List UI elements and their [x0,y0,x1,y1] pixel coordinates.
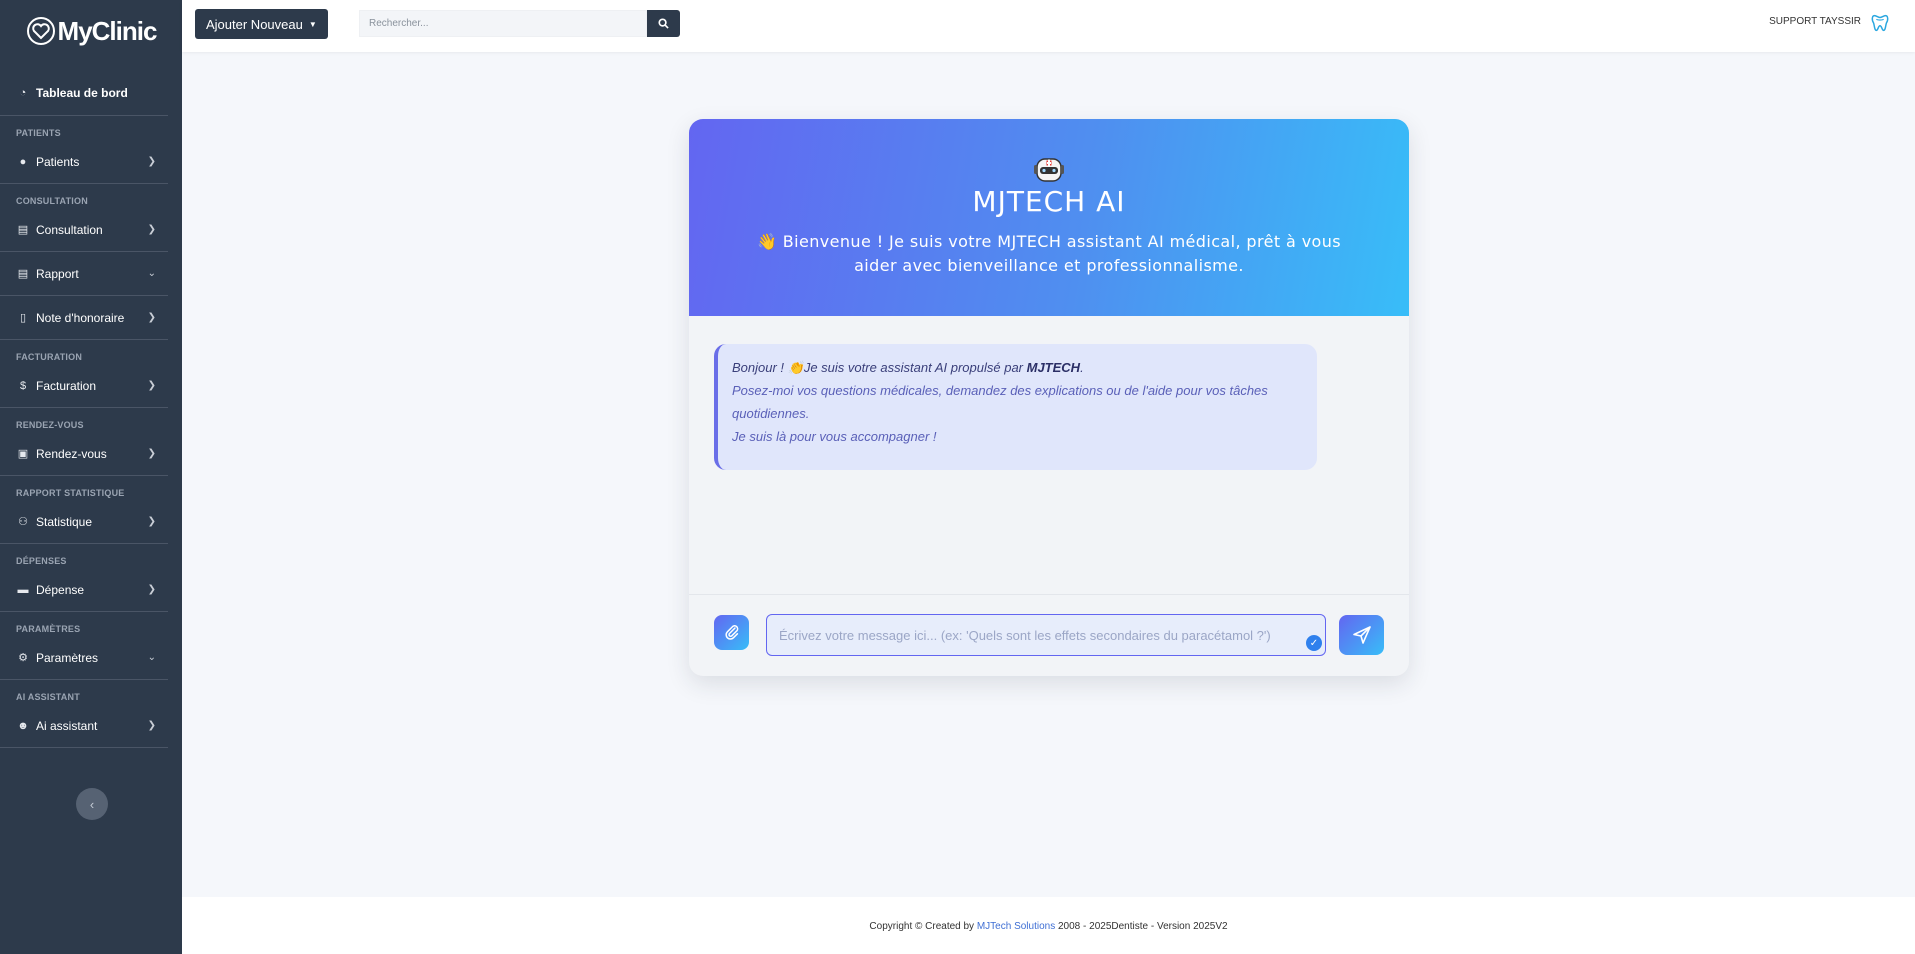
send-button[interactable] [1339,615,1384,655]
chevron-right-icon: ❯ [147,312,156,323]
caret-down-icon: ▼ [308,19,317,29]
section-rapport-stat: RAPPORT STATISTIQUE [16,488,125,498]
sidebar-item-label: Tableau de bord [36,85,128,100]
robot-icon: ☻ [17,719,29,732]
dashboard-icon: ◔ [19,86,27,99]
chevron-right-icon: ❯ [147,156,156,167]
user-menu[interactable]: SUPPORT TAYSSIR [1769,16,1861,27]
sidebar-item-label: Note d'honoraire [36,310,125,325]
calendar-icon: ▣ [17,448,29,460]
message-input[interactable] [766,614,1326,656]
chevron-down-icon: ⌄ [147,268,156,279]
messages-area: Bonjour ! 👏Je suis votre assistant AI pr… [689,316,1409,595]
gears-icon: ⚙ [18,652,28,664]
paperclip-icon [724,625,738,640]
sidebar-item-statistique[interactable]: ⚇ Statistique ❯ [0,500,168,544]
section-ai: AI ASSISTANT [16,692,80,702]
sidebar-item-rapport[interactable]: ▤ Rapport ⌄ [0,252,168,296]
sidebar-item-label: Facturation [36,378,97,393]
send-icon [1352,626,1371,644]
bot-message-bubble: Bonjour ! 👏Je suis votre assistant AI pr… [714,344,1317,470]
section-depenses: DÉPENSES [16,556,67,566]
section-facturation: FACTURATION [16,352,83,362]
sidebar-item-parametres[interactable]: ⚙ Paramètres ⌄ [0,636,168,680]
chevron-right-icon: ❯ [147,516,156,527]
sidebar-item-ai-assistant[interactable]: ☻ Ai assistant ❯ [0,704,168,748]
add-new-label: Ajouter Nouveau [206,16,303,32]
sidebar-item-rendezvous[interactable]: ▣ Rendez-vous ❯ [0,432,168,476]
chevron-right-icon: ❯ [147,584,156,595]
chat-header: MJTECH AI 👋 Bienvenue ! Je suis votre MJ… [689,119,1409,316]
chevron-left-icon: ‹ [89,796,95,812]
section-rendezvous: RENDEZ-VOUS [16,420,84,430]
user-icon: ● [19,155,27,168]
bot-message-intro: Bonjour ! 👏Je suis votre assistant AI pr… [732,360,1027,375]
file-icon: ▤ [17,224,29,236]
bot-message-brand: MJTECH [1026,360,1081,375]
chevron-right-icon: ❯ [147,720,156,731]
chevron-right-icon: ❯ [147,380,156,391]
sidebar-item-note[interactable]: ▯ Note d'honoraire ❯ [0,296,168,340]
tooth-icon[interactable] [1869,12,1891,34]
search-button[interactable] [647,10,680,37]
topbar: Ajouter Nouveau ▼ SUPPORT TAYSSIR [182,0,1915,52]
sidebar-nav: ◔ Tableau de bord PATIENTS ● Patients ❯ … [0,70,182,748]
sidebar-item-label: Paramètres [36,650,99,665]
sidebar-item-patients[interactable]: ● Patients ❯ [0,140,168,184]
chevron-right-icon: ❯ [147,448,156,459]
money-icon: ▬ [17,583,29,596]
robot-doctor-icon [689,119,1409,183]
search-input[interactable] [359,10,647,37]
search-icon [658,18,669,29]
footer: Copyright © Created by MJTech Solutions … [182,897,1915,954]
sidebar-item-label: Statistique [36,514,93,529]
footer-company-link[interactable]: MJTech Solutions [977,921,1055,932]
bot-message-line3: Je suis là pour vous accompagner ! [732,429,937,444]
footer-suffix: 2008 - 2025Dentiste - Version 2025V2 [1055,921,1228,932]
sidebar-item-label: Rendez-vous [36,446,107,461]
sidebar: MyClinic ◔ Tableau de bord PATIENTS ● Pa… [0,0,182,954]
sidebar-item-dashboard[interactable]: ◔ Tableau de bord [0,70,168,116]
sidebar-item-depense[interactable]: ▬ Dépense ❯ [0,568,168,612]
sidebar-item-label: Dépense [36,582,85,597]
footer-prefix: Copyright © Created by [869,921,977,932]
section-patients: PATIENTS [16,128,61,138]
add-new-button[interactable]: Ajouter Nouveau ▼ [195,9,328,39]
bot-message-punct: . [1080,360,1084,375]
ai-chat-card: MJTECH AI 👋 Bienvenue ! Je suis votre MJ… [689,119,1409,676]
attach-button[interactable] [714,614,749,650]
sidebar-item-label: Patients [36,154,80,169]
sidebar-item-consultation[interactable]: ▤ Consultation ❯ [0,208,168,252]
sidebar-item-label: Consultation [36,222,103,237]
message-composer [689,595,1409,675]
bot-message-line2: Posez-moi vos questions médicales, deman… [732,383,1268,421]
sidebar-item-label: Ai assistant [36,718,98,733]
section-parametres: PARAMÈTRES [16,624,81,634]
check-badge-icon: ✓ [1306,635,1322,651]
search-bar [359,10,680,37]
sidebar-collapse-button[interactable]: ‹ [76,788,108,820]
brand-clinic: Clinic [91,15,158,46]
clipboard-icon: ▯ [19,312,27,324]
section-consultation: CONSULTATION [16,196,88,206]
heart-logo-icon [26,17,55,45]
chevron-down-icon: ⌄ [147,652,156,663]
bot-message-line1: Bonjour ! 👏Je suis votre assistant AI pr… [732,356,1303,379]
welcome-text: 👋 Bienvenue ! Je suis votre MJTECH assis… [756,232,1342,275]
users-icon: ⚇ [18,516,28,528]
brand-logo[interactable]: MyClinic [0,0,182,60]
sidebar-item-facturation[interactable]: $ Facturation ❯ [0,364,168,408]
file-icon: ▤ [17,268,29,280]
sidebar-item-label: Rapport [36,266,79,281]
chevron-right-icon: ❯ [147,224,156,235]
dollar-icon: $ [19,379,27,392]
chat-title: MJTECH AI [972,185,1126,218]
brand-my: My [57,15,93,46]
